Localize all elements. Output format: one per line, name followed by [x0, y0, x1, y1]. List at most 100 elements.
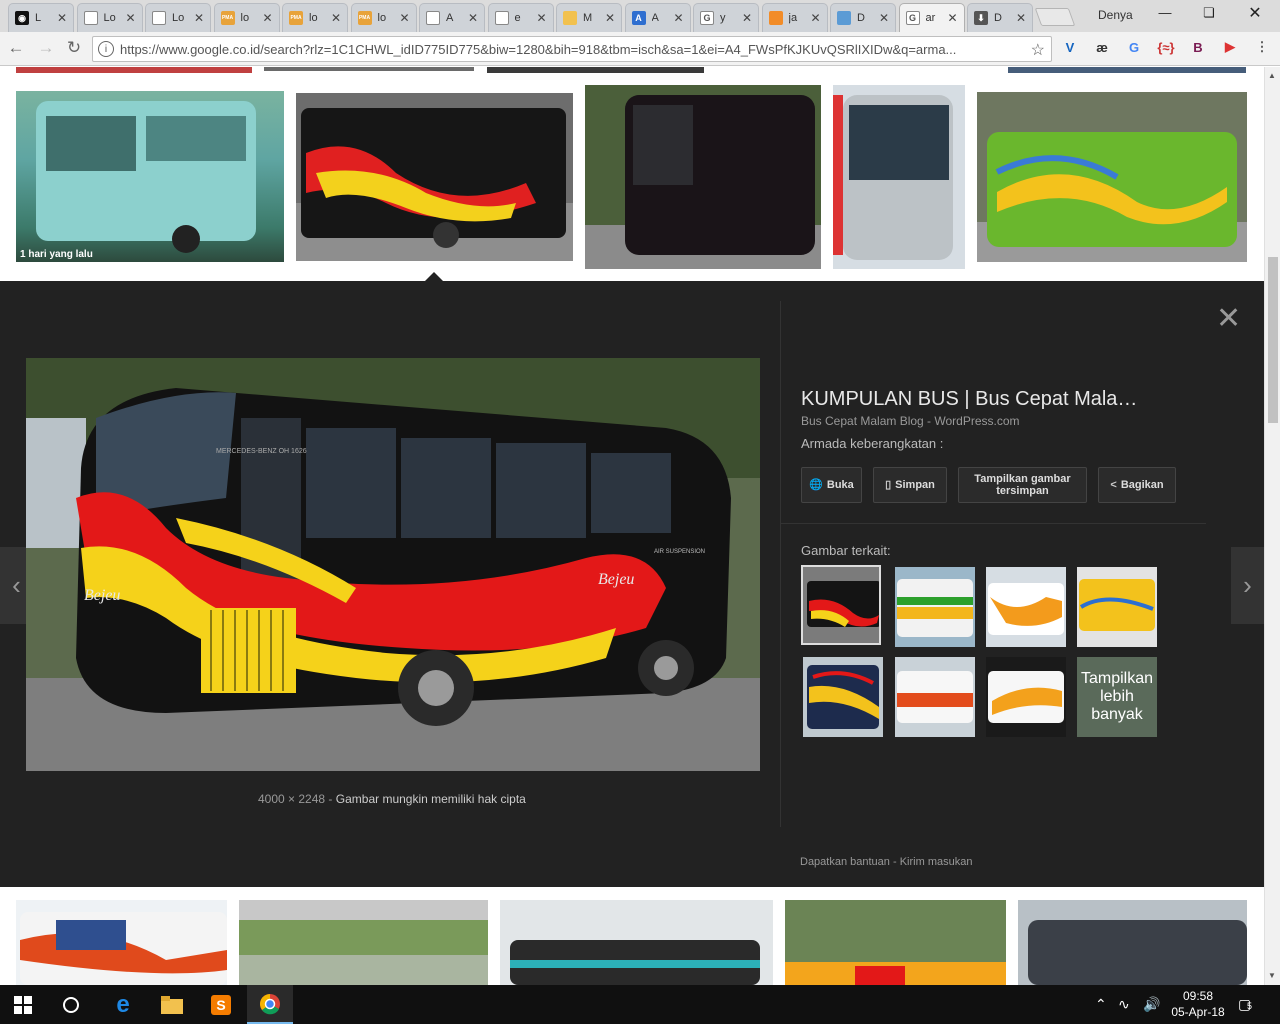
tab-close-icon[interactable]: ✕ — [947, 11, 957, 25]
tab-close-icon[interactable]: ✕ — [1016, 11, 1026, 25]
page-scrollbar[interactable]: ▲ ▼ — [1264, 67, 1280, 985]
bookmark-star-icon[interactable]: ☆ — [1031, 40, 1045, 60]
related-image[interactable] — [986, 657, 1066, 737]
scroll-down-icon[interactable]: ▼ — [1268, 971, 1276, 980]
browser-tab[interactable]: ja ✕ — [761, 3, 828, 32]
browser-tab[interactable]: PMA lo ✕ — [213, 3, 280, 32]
browser-tab[interactable]: D ✕ — [830, 3, 896, 32]
file-explorer-button[interactable] — [149, 985, 195, 1024]
help-link[interactable]: Dapatkan bantuan — [800, 856, 890, 868]
result-thumbnail[interactable] — [16, 900, 227, 985]
brackets-icon[interactable]: {≈} — [1156, 37, 1176, 57]
forward-icon[interactable]: → — [36, 38, 56, 58]
result-thumbnail[interactable] — [585, 85, 821, 269]
browser-tab[interactable]: M ✕ — [556, 3, 622, 32]
restore-icon[interactable]: ❏ — [1194, 5, 1224, 21]
record-icon[interactable]: ▶ — [1220, 37, 1240, 57]
clock-date: 05-Apr-18 — [1171, 1005, 1225, 1019]
tab-close-icon[interactable]: ✕ — [331, 11, 341, 25]
scrollbar-thumb[interactable] — [1268, 257, 1278, 423]
browser-tab[interactable]: e ✕ — [487, 3, 554, 32]
browser-tab[interactable]: PMA lo ✕ — [350, 3, 417, 32]
v-icon[interactable]: V — [1060, 37, 1080, 57]
preview-source[interactable]: Bus Cepat Malam Blog - WordPress.com — [801, 414, 1020, 428]
volume-icon[interactable]: 🔊 — [1143, 996, 1160, 1013]
browser-tab[interactable]: Lo ✕ — [145, 3, 211, 32]
site-info-icon[interactable]: i — [98, 41, 114, 57]
new-tab-button[interactable] — [1034, 8, 1076, 26]
related-image[interactable] — [895, 657, 975, 737]
tab-close-icon[interactable]: ✕ — [879, 11, 889, 25]
tray-expand-icon[interactable]: ⌃ — [1095, 996, 1107, 1013]
menu-icon[interactable]: ⋮ — [1252, 37, 1272, 57]
tab-close-icon[interactable]: ✕ — [399, 11, 409, 25]
b-icon[interactable]: B — [1188, 37, 1208, 57]
result-thumbnail[interactable] — [264, 67, 474, 71]
open-button[interactable]: 🌐 Buka — [801, 467, 862, 503]
tab-close-icon[interactable]: ✕ — [605, 11, 615, 25]
tab-close-icon[interactable]: ✕ — [742, 11, 752, 25]
related-image[interactable] — [803, 657, 883, 737]
save-button[interactable]: ▯ Simpan — [873, 467, 947, 503]
browser-tab[interactable]: A ✕ — [419, 3, 485, 32]
result-thumbnail[interactable] — [500, 900, 773, 985]
profile-name[interactable]: Denya — [1098, 8, 1133, 22]
copyright-notice[interactable]: Gambar mungkin memiliki hak cipta — [336, 792, 526, 806]
related-image[interactable] — [986, 567, 1066, 647]
notifications-icon[interactable]: ▢ 5 — [1238, 996, 1252, 1013]
next-image-arrow-icon[interactable]: › — [1231, 547, 1264, 624]
share-button[interactable]: < Bagikan — [1098, 467, 1176, 503]
result-thumbnail[interactable]: 1 hari yang lalu — [16, 91, 284, 262]
result-thumbnail[interactable] — [16, 67, 252, 73]
close-window-icon[interactable]: ✕ — [1240, 3, 1270, 23]
browser-tab[interactable]: PMA lo ✕ — [282, 3, 348, 32]
browser-tab[interactable]: A A ✕ — [624, 3, 691, 32]
result-thumbnail[interactable] — [977, 92, 1247, 262]
reload-icon[interactable]: ↻ — [64, 38, 84, 58]
url-text[interactable]: https://www.google.co.id/search?rlz=1C1C… — [120, 42, 1020, 57]
result-thumbnail-selected[interactable] — [296, 93, 573, 261]
related-image[interactable] — [801, 565, 881, 645]
show-more-button[interactable]: Tampilkan lebih banyak — [1077, 657, 1157, 737]
result-thumbnail[interactable] — [239, 900, 488, 985]
browser-tab[interactable]: Gy ✕ — [693, 3, 759, 32]
scroll-up-icon[interactable]: ▲ — [1268, 71, 1276, 80]
close-preview-icon[interactable]: ✕ — [1216, 301, 1241, 336]
result-thumbnail[interactable] — [487, 67, 704, 73]
sublime-button[interactable]: S — [198, 985, 244, 1024]
bus-image — [296, 93, 573, 261]
cortana-button[interactable] — [48, 985, 94, 1024]
tab-close-icon[interactable]: ✕ — [57, 11, 67, 25]
minimize-icon[interactable]: — — [1150, 5, 1180, 20]
chrome-button[interactable] — [247, 985, 293, 1024]
browser-tab[interactable]: Lo ✕ — [76, 3, 143, 32]
browser-tab[interactable]: Gar ✕ — [898, 3, 965, 32]
tab-close-icon[interactable]: ✕ — [125, 11, 135, 25]
address-bar[interactable]: i https://www.google.co.id/search?rlz=1C… — [92, 36, 1052, 62]
related-image[interactable] — [1077, 567, 1157, 647]
result-thumbnail[interactable] — [1008, 67, 1246, 73]
tab-close-icon[interactable]: ✕ — [468, 11, 478, 25]
browser-tab[interactable]: ◉ L ✕ — [8, 3, 74, 32]
start-button[interactable] — [0, 985, 46, 1024]
result-thumbnail[interactable] — [833, 85, 965, 269]
ae-icon[interactable]: æ — [1092, 37, 1112, 57]
system-clock[interactable]: 09:58 05-Apr-18 — [1168, 988, 1228, 1020]
wifi-icon[interactable]: ∿ — [1118, 996, 1130, 1013]
related-image[interactable] — [895, 567, 975, 647]
view-saved-button[interactable]: Tampilkan gambar tersimpan — [958, 467, 1087, 503]
main-preview-image[interactable]: Bejeu Bejeu MERCEDES-BENZ OH 1626 AIR SU… — [26, 358, 760, 771]
browser-tab[interactable]: ⬇ D ✕ — [967, 3, 1033, 32]
feedback-link[interactable]: Kirim masukan — [900, 856, 973, 868]
tab-close-icon[interactable]: ✕ — [810, 11, 820, 25]
tab-close-icon[interactable]: ✕ — [673, 11, 683, 25]
result-thumbnail[interactable] — [785, 900, 1006, 985]
edge-button[interactable]: e — [100, 985, 146, 1024]
google-icon[interactable]: G — [1124, 37, 1144, 57]
preview-title[interactable]: KUMPULAN BUS | Bus Cepat Mala… — [801, 388, 1137, 411]
tab-close-icon[interactable]: ✕ — [194, 11, 204, 25]
back-icon[interactable]: ← — [6, 38, 26, 58]
tab-close-icon[interactable]: ✕ — [536, 11, 546, 25]
result-thumbnail[interactable] — [1018, 900, 1247, 985]
tab-close-icon[interactable]: ✕ — [262, 11, 272, 25]
